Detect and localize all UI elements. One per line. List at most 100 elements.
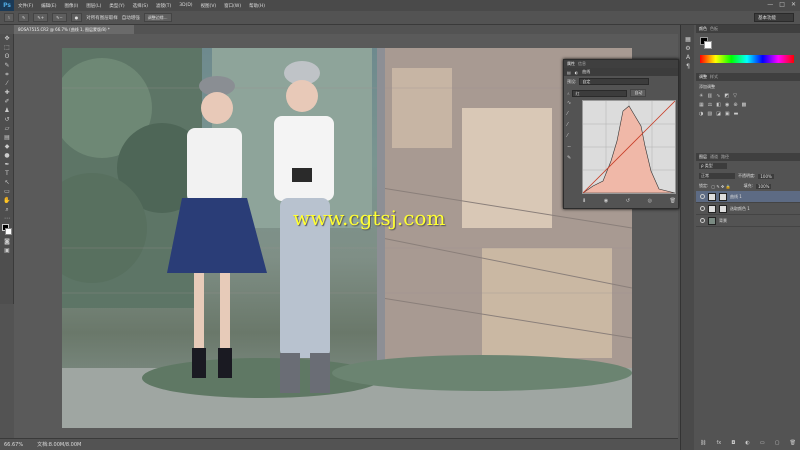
subtract-selection-icon[interactable]: ✎− <box>52 13 67 22</box>
layer-name[interactable]: 选取颜色 1 <box>730 206 750 212</box>
dodge-tool-icon[interactable]: ● <box>0 151 14 160</box>
tab-adjustments[interactable]: 调整 <box>699 74 707 80</box>
layer-row-background[interactable]: 背景 <box>696 215 800 227</box>
marquee-tool-icon[interactable]: ⬚ <box>0 43 14 52</box>
tab-properties[interactable]: 属性 <box>567 61 575 67</box>
layer-row-selective-color[interactable]: 选取颜色 1 <box>696 203 800 215</box>
tab-layers[interactable]: 图层 <box>699 154 707 160</box>
tab-info[interactable]: 信息 <box>578 61 586 67</box>
point-tool-icon[interactable]: ∿ <box>567 100 579 106</box>
path-select-icon[interactable]: ↖ <box>0 178 14 187</box>
menu-window[interactable]: 窗口(W) <box>220 3 245 9</box>
bg-color-swatch[interactable] <box>704 41 712 49</box>
quick-select-tool-icon[interactable]: ⌇ <box>4 13 14 22</box>
menu-type[interactable]: 类型(Y) <box>105 3 128 9</box>
tab-styles[interactable]: 样式 <box>710 74 718 80</box>
stamp-tool-icon[interactable]: ♟ <box>0 106 14 115</box>
threshold-icon[interactable]: ◪ <box>716 111 721 117</box>
healing-tool-icon[interactable]: ✚ <box>0 88 14 97</box>
menu-image[interactable]: 图像(I) <box>60 3 82 9</box>
color-lookup-icon[interactable]: ▩ <box>742 102 747 108</box>
menu-layer[interactable]: 图层(L) <box>82 3 105 9</box>
preset-select[interactable]: 自定 <box>579 78 650 85</box>
tab-channels[interactable]: 通道 <box>710 154 718 160</box>
blur-tool-icon[interactable]: ◆ <box>0 142 14 151</box>
mask-thumb[interactable] <box>719 192 727 201</box>
black-white-icon[interactable]: ◧ <box>716 102 721 108</box>
quick-mask-icon[interactable]: ◙ <box>0 237 14 246</box>
crop-tool-icon[interactable]: ⌗ <box>0 70 14 79</box>
blend-mode-select[interactable]: 正常 <box>699 173 735 179</box>
brush-size-icon[interactable]: ● <box>70 13 83 22</box>
quick-select-tool-icon[interactable]: ✎ <box>0 61 14 70</box>
background-color[interactable] <box>5 228 12 235</box>
paragraph-panel-icon[interactable]: ¶ <box>681 62 695 71</box>
brush-tool-icon[interactable]: ✐ <box>0 97 14 106</box>
vibrance-icon[interactable]: ▽ <box>733 93 737 99</box>
fill-input[interactable]: 100% <box>756 183 772 189</box>
zoom-level[interactable]: 66.67% <box>4 442 23 448</box>
mask-thumb[interactable] <box>719 204 727 213</box>
eyedropper-gray-icon[interactable]: ⁄ <box>567 122 579 128</box>
exposure-icon[interactable]: ◩ <box>724 93 729 99</box>
tab-paths[interactable]: 路径 <box>721 154 729 160</box>
menu-3d[interactable]: 3D(D) <box>175 3 196 8</box>
invert-icon[interactable]: ◑ <box>699 111 703 117</box>
channel-select[interactable]: 红 <box>572 89 628 97</box>
selective-color-icon[interactable]: ▣ <box>725 111 730 117</box>
link-layers-icon[interactable]: ⛓ <box>700 440 706 446</box>
color-balance-icon[interactable]: ⚖ <box>708 102 712 108</box>
eyedropper-white-icon[interactable]: ⁄ <box>567 133 579 139</box>
properties-panel-icon[interactable]: ⚙ <box>681 44 695 53</box>
color-spectrum[interactable] <box>700 55 794 63</box>
pen-tool-icon[interactable]: ✒ <box>0 160 14 169</box>
new-selection-icon[interactable]: ✎ <box>18 13 30 22</box>
refine-edge-button[interactable]: 调整边缘... <box>143 13 172 22</box>
layer-style-icon[interactable]: fx <box>716 440 721 446</box>
character-panel-icon[interactable]: A <box>681 53 695 62</box>
add-selection-icon[interactable]: ✎+ <box>33 13 49 22</box>
layer-kind-select[interactable]: ρ 类型 <box>699 163 727 169</box>
auto-button[interactable]: 自动 <box>630 89 647 97</box>
eyedropper-black-icon[interactable]: ⁄ <box>567 111 579 117</box>
visibility-eye-icon[interactable] <box>700 206 705 211</box>
visibility-icon[interactable]: ◎ <box>648 198 652 206</box>
curves-icon[interactable]: ∿ <box>716 93 720 99</box>
more-tools-icon[interactable]: ⋯ <box>0 214 14 223</box>
add-mask-icon[interactable]: ◘ <box>731 440 735 446</box>
workspace-select[interactable]: 基本功能 <box>754 13 794 22</box>
mask-icon[interactable]: ◐ <box>575 70 579 75</box>
menu-select[interactable]: 选择(S) <box>129 3 152 9</box>
eraser-tool-icon[interactable]: ▱ <box>0 124 14 133</box>
curve-graph[interactable] <box>582 100 676 194</box>
delete-icon[interactable]: 🗑 <box>670 198 676 206</box>
shape-tool-icon[interactable]: ▭ <box>0 187 14 196</box>
photo-filter-icon[interactable]: ◉ <box>725 102 729 108</box>
opacity-input[interactable]: 100% <box>758 173 774 179</box>
history-panel-icon[interactable]: ▦ <box>681 35 695 44</box>
levels-icon[interactable]: ▥ <box>707 93 712 99</box>
menu-view[interactable]: 视图(V) <box>197 3 221 9</box>
new-layer-icon[interactable]: ▢ <box>775 440 780 446</box>
tab-color[interactable]: 颜色 <box>699 26 707 32</box>
gradient-tool-icon[interactable]: ▤ <box>0 133 14 142</box>
hue-saturation-icon[interactable]: ▦ <box>699 102 704 108</box>
curve-draw-icon[interactable]: ∼ <box>567 144 579 150</box>
posterize-icon[interactable]: ▨ <box>707 111 712 117</box>
lock-icons[interactable]: ▢ ✎ ✥ 🔒 <box>711 184 730 189</box>
sample-all-layers-checkbox[interactable]: 对所有图层取样 <box>86 15 118 21</box>
hand-tool-icon[interactable]: ✋ <box>0 196 14 205</box>
eyedropper-tool-icon[interactable]: ⁄ <box>0 79 14 88</box>
menu-file[interactable]: 文件(F) <box>14 3 37 9</box>
gradient-map-icon[interactable]: ▬ <box>734 111 739 117</box>
view-previous-icon[interactable]: ◉ <box>604 198 608 206</box>
lasso-tool-icon[interactable]: ʘ <box>0 52 14 61</box>
zoom-tool-icon[interactable]: ⌕ <box>0 205 14 214</box>
layer-row-curves[interactable]: 曲线 1 <box>696 191 800 203</box>
menu-help[interactable]: 帮助(H) <box>245 3 269 9</box>
brightness-icon[interactable]: ☀ <box>699 93 703 99</box>
new-adjustment-icon[interactable]: ◐ <box>745 440 749 446</box>
delete-layer-icon[interactable]: 🗑 <box>790 440 796 446</box>
screen-mode-icon[interactable]: ▣ <box>0 246 14 255</box>
layer-name[interactable]: 背景 <box>719 218 727 224</box>
